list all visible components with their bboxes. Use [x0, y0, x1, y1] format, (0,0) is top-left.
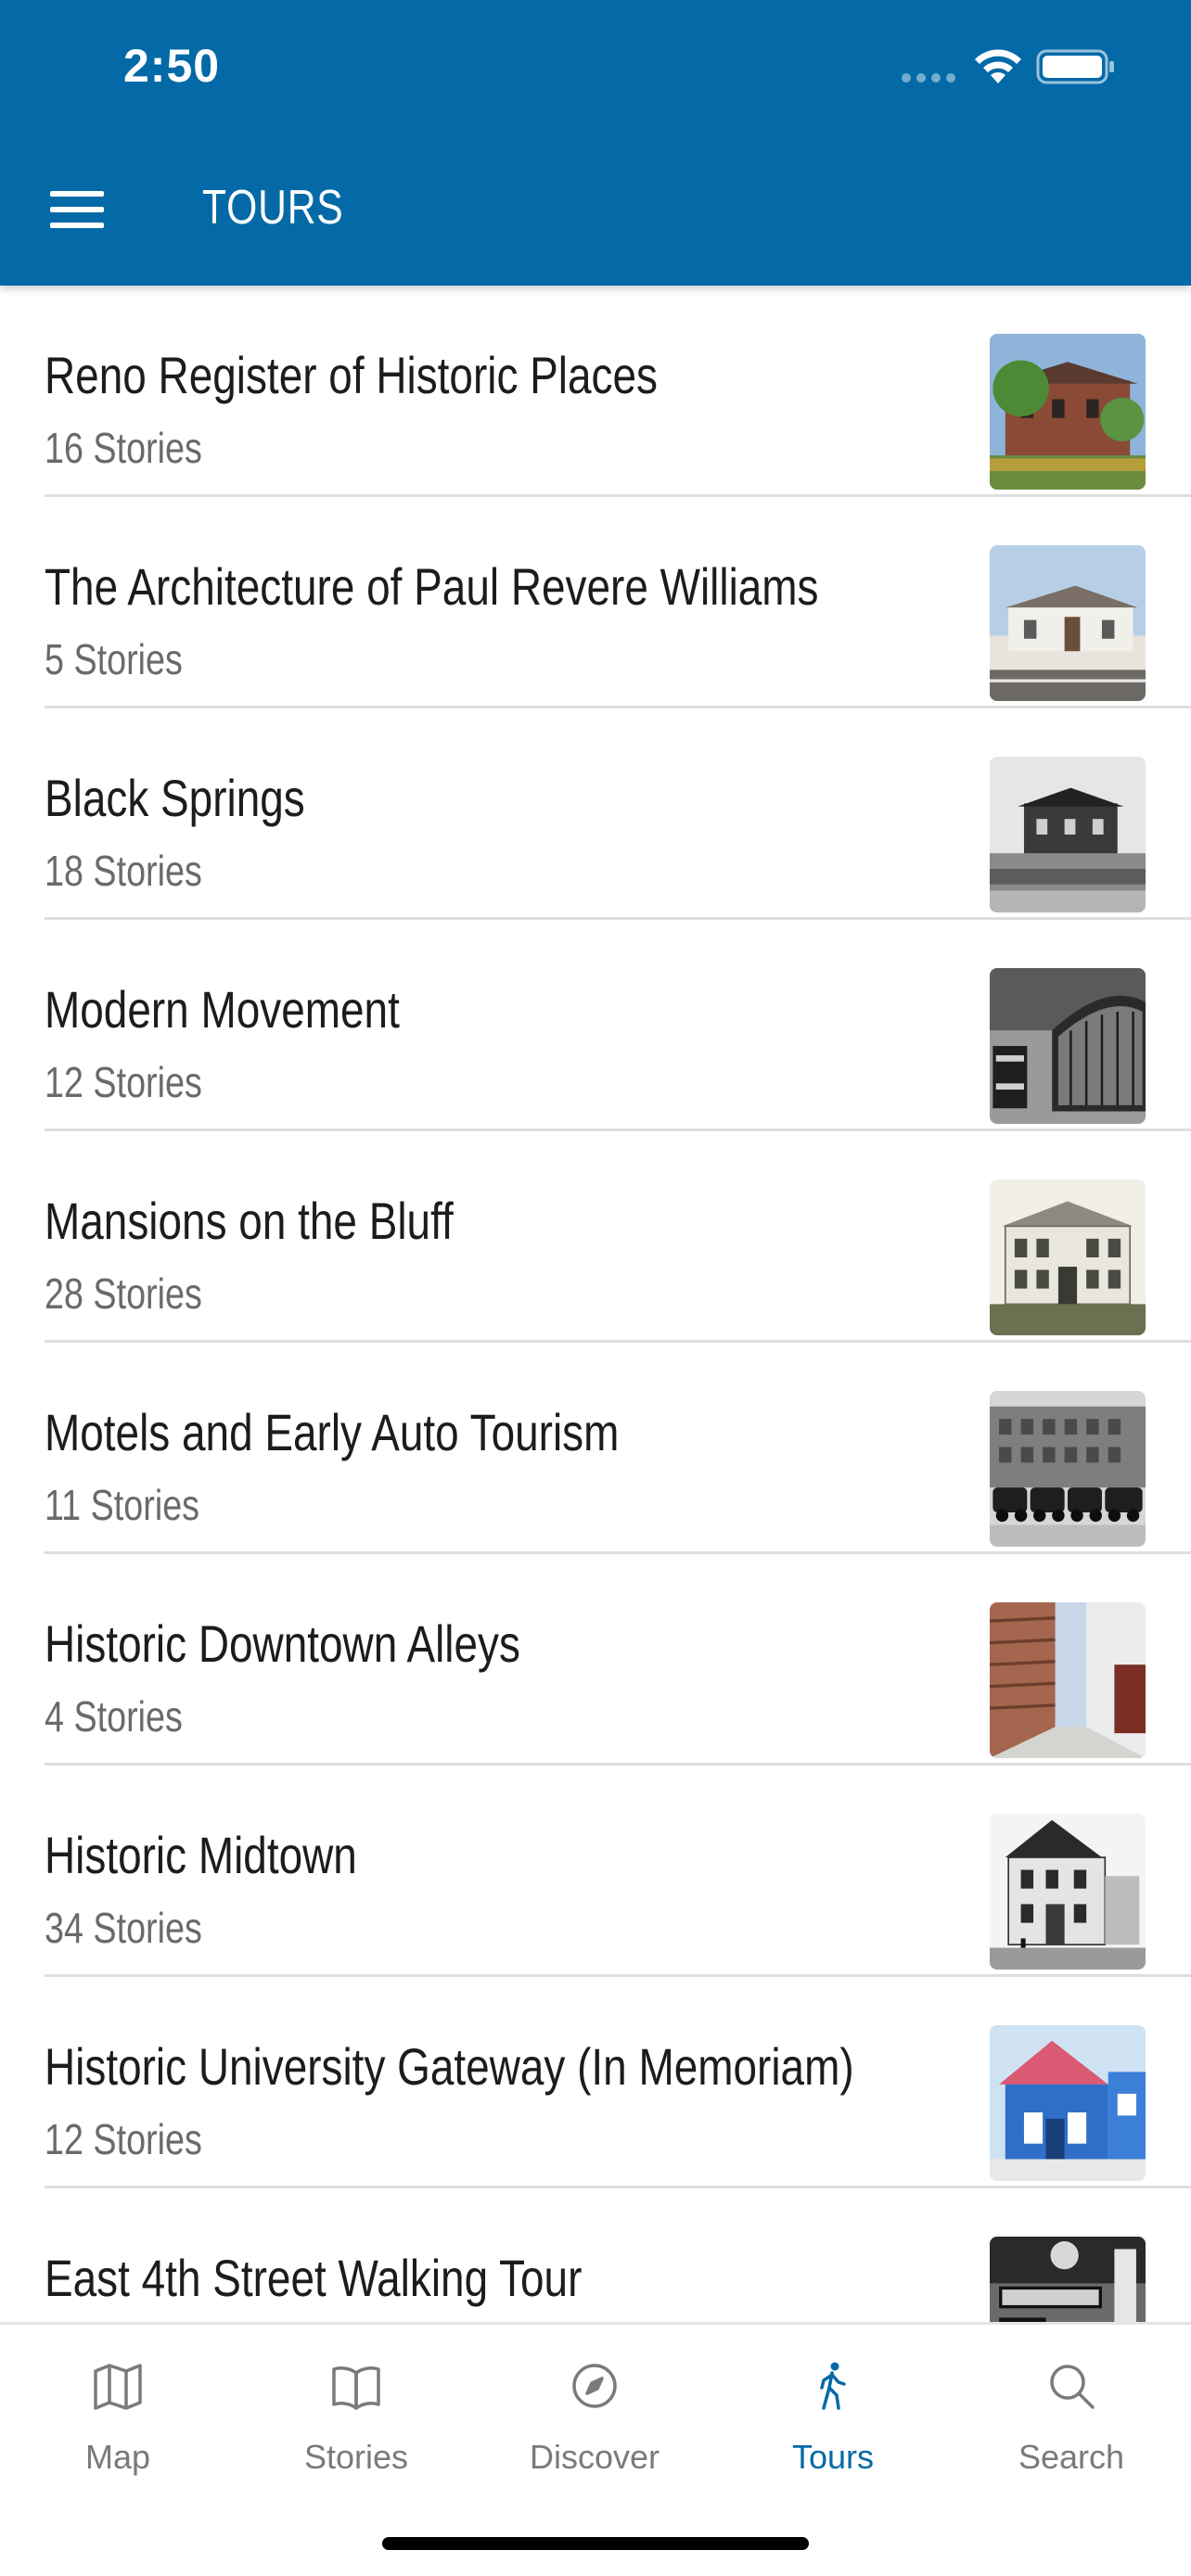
tour-story-count: 11 Stories	[45, 1481, 200, 1529]
tour-title: Historic Midtown	[45, 1826, 357, 1884]
tab-label: Stories	[303, 2438, 409, 2476]
book-icon	[332, 2366, 380, 2410]
status-time: 2:50	[123, 40, 221, 92]
planetarium-photo	[990, 968, 1146, 1124]
walking-person-icon	[820, 2362, 846, 2410]
app-header: 2:50 TOURS	[0, 0, 1191, 286]
home-indicator	[382, 2537, 809, 2550]
tab-tours[interactable]: Tours	[740, 2353, 926, 2476]
vintage-cars-photo	[990, 1391, 1146, 1547]
tour-story-count: 12 Stories	[45, 1058, 202, 1106]
tour-story-count: 5 Stories	[45, 635, 183, 683]
hamburger-menu-icon[interactable]	[50, 189, 106, 230]
tour-story-count: 28 Stories	[45, 1269, 202, 1318]
alley-photo	[990, 1602, 1146, 1758]
tour-title: East 4th Street Walking Tour	[45, 2249, 583, 2307]
tour-title: Black Springs	[45, 769, 305, 827]
tour-list-item[interactable]: Black Springs 18 Stories	[0, 708, 1191, 920]
tour-title: Mansions on the Bluff	[45, 1192, 454, 1250]
tour-list-item[interactable]: The Architecture of Paul Revere Williams…	[0, 497, 1191, 708]
tour-story-count: 12 Stories	[45, 2115, 202, 2163]
tour-list-item[interactable]: East 4th Street Walking Tour	[0, 2188, 1191, 2322]
tab-stories[interactable]: Stories	[263, 2353, 449, 2476]
cellular-signal-icon	[902, 73, 955, 83]
tour-list-item[interactable]: Mansions on the Bluff 28 Stories	[0, 1131, 1191, 1343]
tour-title: Historic University Gateway (In Memoriam…	[45, 2037, 854, 2096]
blue-house-photo	[990, 2025, 1146, 2181]
tour-list-item[interactable]: Motels and Early Auto Tourism 11 Stories	[0, 1343, 1191, 1554]
victorian-house-photo	[990, 1814, 1146, 1970]
mansion-photo	[990, 1180, 1146, 1335]
brick-house-photo	[990, 334, 1146, 490]
tour-list-item[interactable]: Historic Midtown 34 Stories	[0, 1766, 1191, 1977]
tour-list[interactable]: Reno Register of Historic Places 16 Stor…	[0, 286, 1191, 2322]
tour-title: Motels and Early Auto Tourism	[45, 1403, 620, 1461]
tab-label: Map	[84, 2438, 151, 2476]
compass-icon	[572, 2364, 617, 2408]
battery-icon	[1036, 49, 1114, 84]
tour-story-count: 4 Stories	[45, 1692, 183, 1741]
lincoln-bar-photo	[990, 2237, 1146, 2322]
tour-story-count: 18 Stories	[45, 847, 202, 895]
tour-title: Historic Downtown Alleys	[45, 1614, 520, 1673]
tour-story-count: 16 Stories	[45, 424, 202, 472]
tab-label: Tours	[791, 2438, 875, 2476]
tour-title: Reno Register of Historic Places	[45, 346, 658, 404]
tab-search[interactable]: Search	[979, 2353, 1164, 2476]
tour-title: Modern Movement	[45, 980, 400, 1039]
bw-house-photo	[990, 757, 1146, 912]
tour-title: The Architecture of Paul Revere Williams	[45, 557, 819, 616]
page-title: TOURS	[202, 181, 344, 235]
tour-list-item[interactable]: Historic University Gateway (In Memoriam…	[0, 1977, 1191, 2188]
tab-discover[interactable]: Discover	[502, 2353, 687, 2476]
tour-list-item[interactable]: Reno Register of Historic Places 16 Stor…	[0, 286, 1191, 497]
tab-label: Discover	[529, 2438, 660, 2476]
search-icon	[1050, 2365, 1095, 2409]
map-icon	[94, 2364, 142, 2410]
white-house-photo	[990, 545, 1146, 701]
tour-list-item[interactable]: Historic Downtown Alleys 4 Stories	[0, 1554, 1191, 1766]
tour-story-count: 34 Stories	[45, 1904, 202, 1952]
tab-map[interactable]: Map	[25, 2353, 211, 2476]
tab-label: Search	[1018, 2438, 1125, 2476]
wifi-icon	[975, 49, 1021, 83]
tour-list-item[interactable]: Modern Movement 12 Stories	[0, 920, 1191, 1131]
